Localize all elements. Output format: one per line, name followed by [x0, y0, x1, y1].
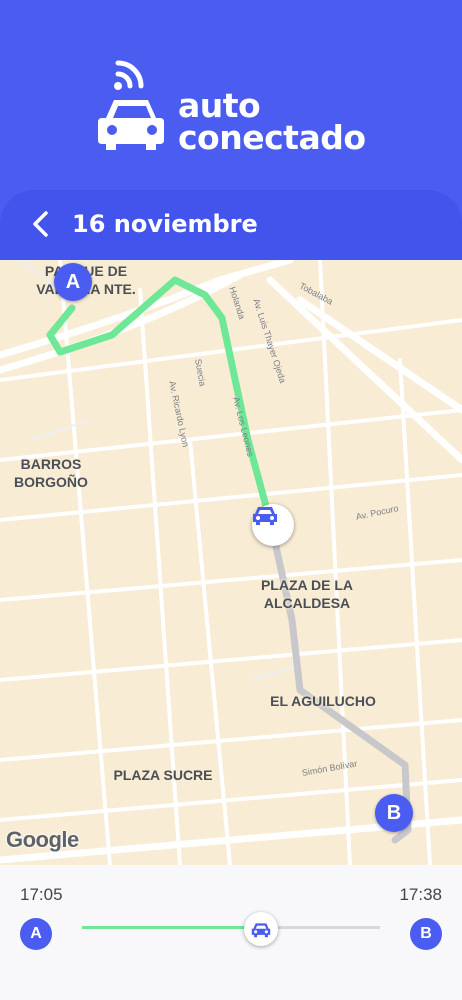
- place-alcaldesa: PLAZA DE LA ALCALDESA: [260, 577, 354, 611]
- timeline-slider-handle[interactable]: [243, 912, 278, 946]
- start-badge[interactable]: A: [20, 918, 52, 950]
- trip-date: 16 noviembre: [72, 210, 258, 238]
- end-time: 17:38: [399, 885, 442, 904]
- car-position-marker[interactable]: [252, 504, 294, 546]
- car-icon: [251, 922, 271, 937]
- route-map[interactable]: PARQUE DE VALDIVIA NTE. BARROS BORGOÑO P…: [0, 260, 462, 865]
- place-barros: BARROS BORGOÑO: [14, 456, 88, 490]
- map-roads: [0, 260, 462, 865]
- google-attribution: Google: [6, 827, 79, 852]
- brand-name: auto conectado: [178, 89, 366, 157]
- date-bar: 16 noviembre: [0, 190, 462, 262]
- trip-timeline: 17:05 17:38 A B: [0, 865, 462, 1000]
- car-icon: [253, 507, 277, 525]
- timeline-track[interactable]: [82, 926, 380, 929]
- start-pin[interactable]: A: [54, 263, 92, 301]
- timeline-progress: [82, 926, 261, 929]
- back-button[interactable]: [22, 204, 58, 244]
- place-sucre: PLAZA SUCRE: [113, 767, 213, 783]
- start-time: 17:05: [20, 885, 63, 904]
- end-badge[interactable]: B: [410, 918, 442, 950]
- chevron-left-icon: [33, 211, 48, 237]
- end-pin[interactable]: B: [375, 794, 413, 832]
- place-aguilucho: EL AGUILUCHO: [270, 693, 376, 709]
- brand-line-2: conectado: [178, 118, 366, 157]
